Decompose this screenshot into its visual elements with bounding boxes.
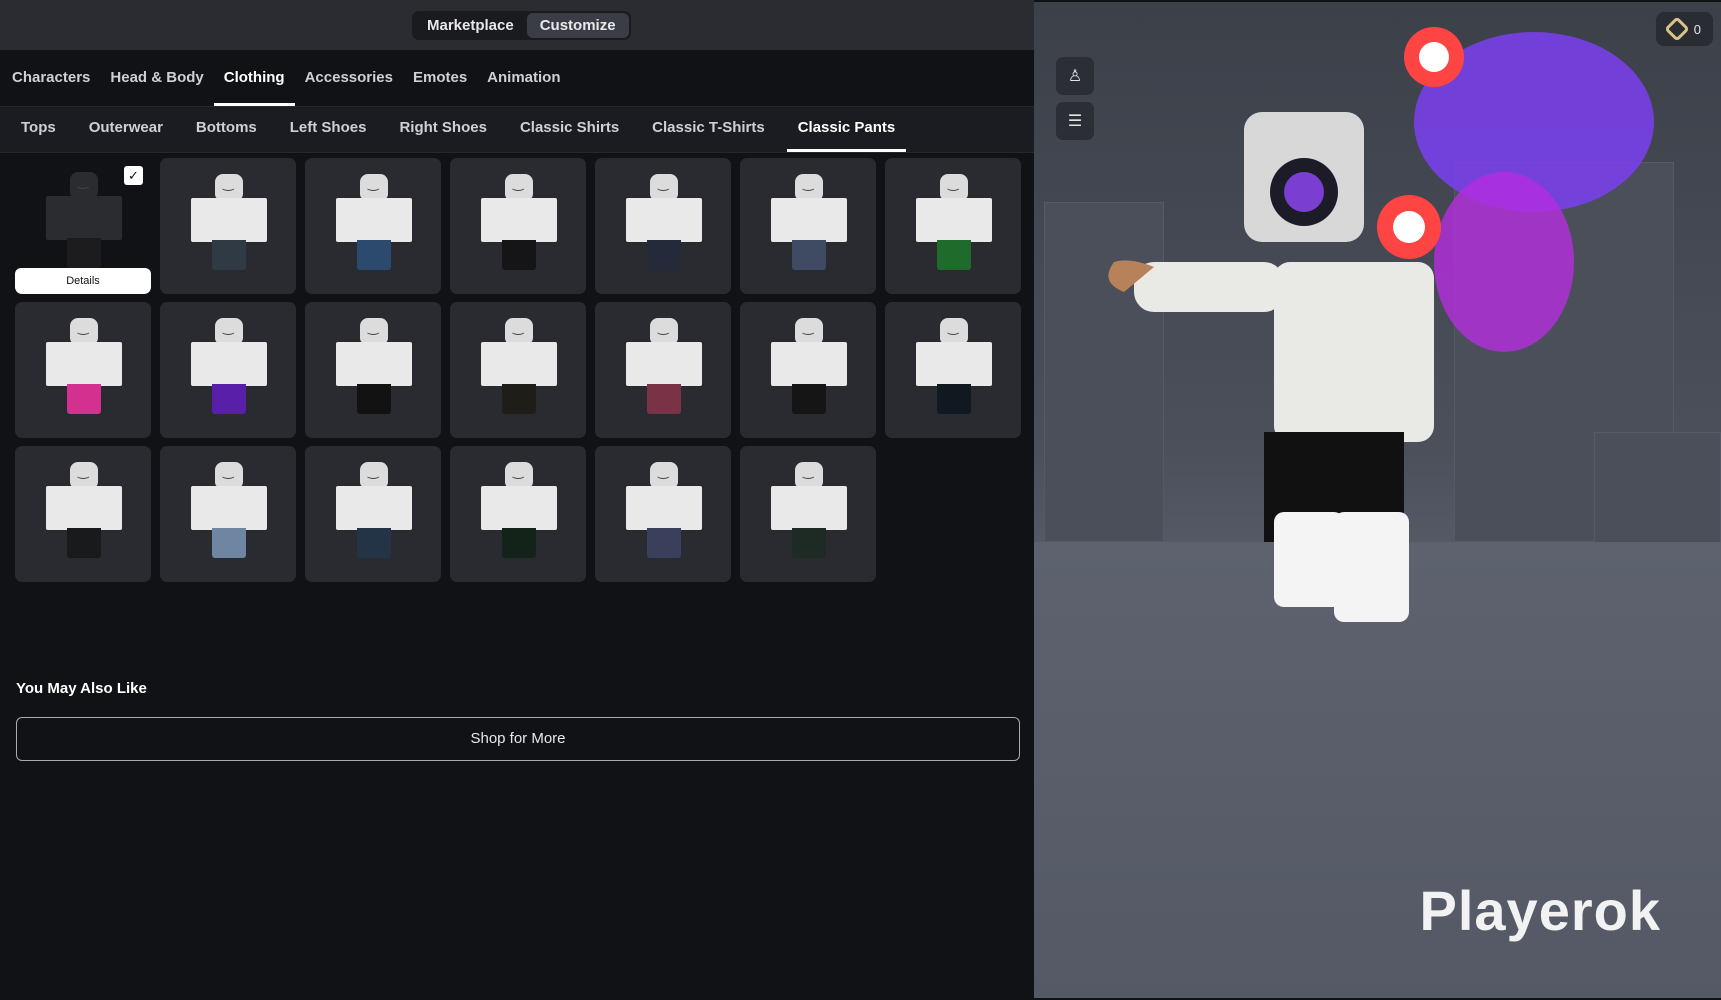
pants-item-tile[interactable] (305, 446, 441, 582)
pants-preview-image (481, 318, 557, 416)
robux-icon (1664, 16, 1690, 42)
robux-amount: 0 (1693, 21, 1701, 37)
tab-customize[interactable]: Customize (526, 13, 629, 38)
equipped-check-icon[interactable]: ✓ (124, 166, 143, 185)
tab-clothing[interactable]: Clothing (213, 50, 295, 106)
pants-preview-image (916, 174, 992, 272)
pants-item-tile[interactable] (450, 158, 586, 294)
pants-preview-image (916, 318, 992, 416)
tab-bottoms[interactable]: Bottoms (196, 107, 257, 152)
pants-item-tile[interactable] (885, 302, 1021, 438)
pants-preview-image (626, 174, 702, 272)
tab-accessories[interactable]: Accessories (305, 50, 403, 106)
tab-head-body[interactable]: Head & Body (110, 50, 213, 106)
pants-preview-image (191, 462, 267, 560)
pants-item-tile[interactable] (450, 302, 586, 438)
pants-preview-image (336, 174, 412, 272)
pants-preview-image (481, 174, 557, 272)
mode-switch: Marketplace Customize (412, 11, 631, 40)
watermark: Playerok (1419, 879, 1661, 942)
pants-preview-image (46, 318, 122, 416)
tab-characters[interactable]: Characters (12, 50, 100, 106)
pants-preview-image (46, 462, 122, 560)
pants-item-tile[interactable] (15, 302, 151, 438)
pants-item-tile[interactable] (885, 158, 1021, 294)
avatar-pose-icon[interactable]: ♙ (1056, 57, 1094, 95)
tab-emotes[interactable]: Emotes (413, 50, 477, 106)
pants-item-tile[interactable] (305, 302, 441, 438)
item-grid: ✓ Details (15, 158, 1025, 582)
pants-preview-image (191, 174, 267, 272)
details-button[interactable]: Details (15, 268, 151, 294)
avatar-viewport[interactable]: ♙ ☰ 0 Playerok (1034, 2, 1721, 998)
tab-classic-shirts[interactable]: Classic Shirts (520, 107, 619, 152)
pants-item-tile[interactable] (595, 158, 731, 294)
tab-animation[interactable]: Animation (487, 50, 570, 106)
pants-item-tile[interactable] (740, 302, 876, 438)
pants-item-tile[interactable] (595, 446, 731, 582)
pants-item-tile[interactable] (160, 158, 296, 294)
pants-item-tile[interactable] (305, 158, 441, 294)
pants-item-tile[interactable] (450, 446, 586, 582)
pants-preview-image (191, 318, 267, 416)
pants-item-tile[interactable] (740, 158, 876, 294)
pants-preview-image (771, 174, 847, 272)
pants-preview-image (771, 318, 847, 416)
you-may-also-like-heading: You May Also Like (16, 680, 147, 697)
pants-item-tile[interactable] (160, 446, 296, 582)
pants-preview-image (481, 462, 557, 560)
avatar-figure (1108, 27, 1654, 622)
tab-right-shoes[interactable]: Right Shoes (399, 107, 487, 152)
pants-item-tile[interactable] (740, 446, 876, 582)
pants-preview-image (771, 462, 847, 560)
pants-preview-image (626, 318, 702, 416)
shop-for-more-button[interactable]: Shop for More (16, 717, 1020, 761)
robux-balance[interactable]: 0 (1655, 12, 1713, 46)
subcategory-tabs: Tops Outerwear Bottoms Left Shoes Right … (0, 107, 1034, 153)
tab-marketplace[interactable]: Marketplace (414, 13, 527, 38)
category-tabs: Characters Head & Body Clothing Accessor… (0, 50, 1034, 107)
pants-preview-image (46, 172, 122, 270)
settings-sliders-icon[interactable]: ☰ (1056, 102, 1094, 140)
tab-outerwear[interactable]: Outerwear (89, 107, 163, 152)
pants-item-tile[interactable] (15, 446, 151, 582)
tab-tops[interactable]: Tops (21, 107, 56, 152)
tab-classic-pants[interactable]: Classic Pants (786, 107, 906, 152)
pants-item-tile[interactable]: ✓ Details (15, 158, 151, 294)
top-bar: Marketplace Customize (0, 0, 1034, 50)
tab-left-shoes[interactable]: Left Shoes (290, 107, 367, 152)
pants-preview-image (336, 462, 412, 560)
pants-preview-image (336, 318, 412, 416)
tab-classic-t-shirts[interactable]: Classic T-Shirts (652, 107, 765, 152)
pants-item-tile[interactable] (160, 302, 296, 438)
pants-preview-image (626, 462, 702, 560)
pants-item-tile[interactable] (595, 302, 731, 438)
